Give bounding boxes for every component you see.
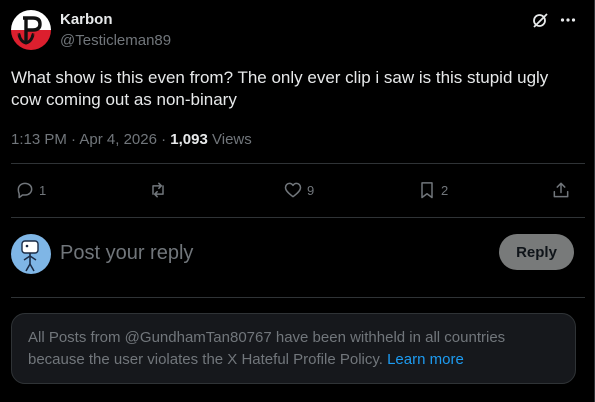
post-time[interactable]: 1:13 PM [11, 131, 67, 148]
withheld-notice: All Posts from @GundhamTan80767 have bee… [11, 313, 576, 384]
meta-separator: · [66, 131, 80, 148]
views-count: 1,093 [170, 131, 208, 148]
reply-button[interactable]: Reply [499, 234, 574, 270]
bookmark-count: 2 [441, 182, 449, 198]
post-text: What show is this even from? The only ev… [11, 68, 549, 109]
like-action[interactable]: 9 [283, 178, 314, 202]
divider [11, 217, 585, 218]
divider [11, 163, 585, 164]
author-name[interactable]: Karbon [60, 11, 113, 28]
like-count: 9 [307, 182, 315, 198]
more-icon[interactable] [559, 11, 577, 29]
grok-icon[interactable] [531, 11, 549, 29]
share-icon [553, 182, 569, 198]
author-handle[interactable]: @Testicleman89 [60, 32, 171, 49]
like-icon [284, 182, 302, 198]
reply-input[interactable] [60, 236, 480, 270]
repost-icon [152, 182, 164, 198]
reply-count: 1 [39, 182, 47, 198]
bookmark-action[interactable]: 2 [417, 178, 448, 202]
post-meta: 1:13 PM · Apr 4, 2026 · 1,093 Views [11, 131, 252, 148]
repost-action[interactable] [148, 178, 172, 202]
meta-separator: · [156, 131, 171, 148]
user-avatar[interactable] [11, 234, 51, 274]
reply-action[interactable]: 1 [15, 178, 46, 202]
learn-more-link[interactable]: Learn more [387, 351, 464, 368]
bookmark-icon [421, 182, 433, 199]
author-avatar[interactable] [11, 10, 51, 50]
views-label: Views [207, 131, 252, 148]
reply-icon [17, 182, 33, 199]
post-date[interactable]: Apr 4, 2026 [79, 131, 157, 148]
stick-figure-avatar-icon [11, 234, 51, 274]
share-action[interactable] [551, 178, 571, 202]
anchor-avatar-icon [11, 10, 51, 50]
divider [11, 297, 585, 298]
